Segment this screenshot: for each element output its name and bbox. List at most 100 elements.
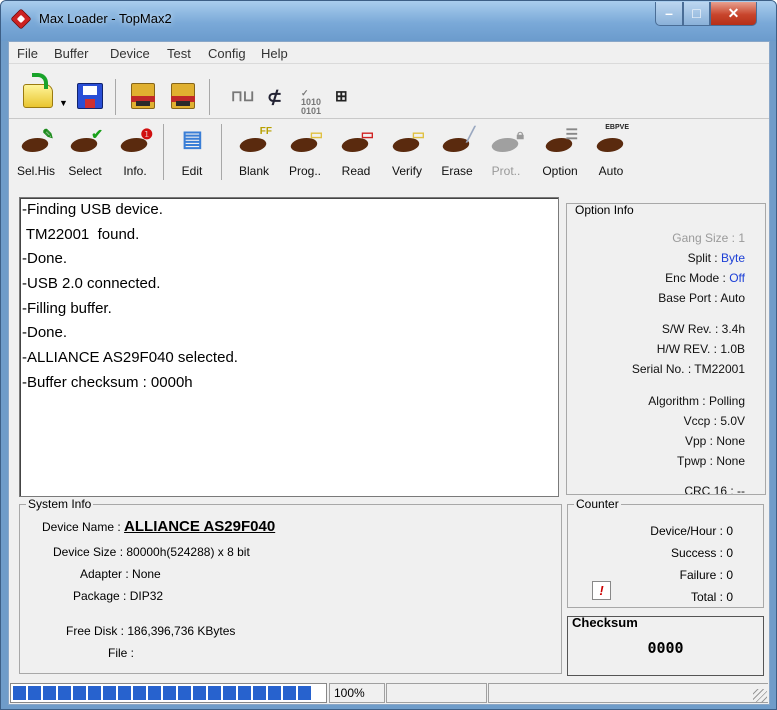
menu-config[interactable]: Config xyxy=(208,46,246,61)
info-icon: ❶ xyxy=(117,124,153,158)
toolbar-separator xyxy=(115,79,116,115)
failure-count: Failure : 0 xyxy=(679,568,733,582)
progress-segment xyxy=(268,686,281,700)
option-row: Gang Size : 1 xyxy=(672,231,745,245)
verify-button[interactable]: ▭ Verify xyxy=(383,120,431,188)
menu-buffer[interactable]: Buffer xyxy=(54,46,88,61)
erase-button[interactable]: ╱ Erase xyxy=(435,120,479,188)
option-info-panel: Option Info Gang Size : 1 Split : Byte E… xyxy=(566,203,766,495)
option-row: Vpp : None xyxy=(684,434,745,448)
message-log[interactable]: -Finding USB device. TM22001 found. -Don… xyxy=(19,197,559,497)
auto-button[interactable]: EBPVE Auto xyxy=(589,120,633,188)
progress-segment xyxy=(58,686,71,700)
log-line: -USB 2.0 connected. xyxy=(22,275,161,293)
package: Package : DIP32 xyxy=(73,589,164,603)
load-chip-icon[interactable] xyxy=(131,83,155,109)
counter-title: Counter xyxy=(574,497,621,511)
menu-file[interactable]: File xyxy=(17,46,38,61)
progress-segment xyxy=(73,686,86,700)
progress-percent: 100% xyxy=(329,683,385,703)
device-name-row: Device Name : ALLIANCE AS29F040 xyxy=(42,518,275,535)
waveform-icon[interactable]: ⊓⊔ xyxy=(231,87,261,117)
adapter: Adapter : None xyxy=(80,567,161,581)
protect-button[interactable]: 🔒︎ Prot.. xyxy=(483,120,529,188)
progress-segment xyxy=(133,686,146,700)
sel-his-button[interactable]: ✎ Sel.His xyxy=(13,120,59,188)
log-line: -ALLIANCE AS29F040 selected. xyxy=(22,349,238,367)
title-bar[interactable]: Max Loader - TopMax2 – □ ✕ xyxy=(1,1,776,41)
option-button[interactable]: ☰ Option xyxy=(535,120,585,188)
status-cell xyxy=(386,683,487,703)
log-line: -Done. xyxy=(22,250,68,268)
app-logo-icon xyxy=(10,8,32,30)
option-row: Serial No. : TM22001 xyxy=(631,362,745,376)
device-name-label: Device Name : xyxy=(42,520,125,534)
total-count: Total : 0 xyxy=(690,590,733,604)
system-info-title: System Info xyxy=(26,497,94,511)
reset-counter-alert-icon[interactable]: ! xyxy=(592,581,611,600)
success-count: Success : 0 xyxy=(670,546,733,560)
log-line: -Finding USB device. xyxy=(22,201,163,218)
progress-segment xyxy=(178,686,191,700)
checksum-panel: Checksum 0000 xyxy=(567,615,764,676)
operations-toolbar: ✎ Sel.His ✔ Select ❶ Info. ▤ Edit FF Bla… xyxy=(9,120,769,190)
maximize-button[interactable]: □ xyxy=(683,2,710,26)
program-button[interactable]: ▭ Prog.. xyxy=(281,120,329,188)
progress-segment xyxy=(103,686,116,700)
toolbar-separator xyxy=(209,79,210,115)
system-info-panel: System Info Device Name : ALLIANCE AS29F… xyxy=(19,497,562,674)
save-chip-icon[interactable] xyxy=(171,83,195,109)
progress-fill xyxy=(13,686,313,700)
network-icon[interactable]: ⊞ xyxy=(335,87,365,117)
progress-segment xyxy=(118,686,131,700)
info-button[interactable]: ❶ Info. xyxy=(113,120,157,188)
select-history-icon: ✎ xyxy=(18,124,54,158)
option-row: Enc Mode : Off xyxy=(665,271,745,285)
read-button[interactable]: ▭ Read xyxy=(333,120,379,188)
menu-device[interactable]: Device xyxy=(110,46,150,61)
device-name-value[interactable]: ALLIANCE AS29F040 xyxy=(124,518,275,535)
progress-segment xyxy=(28,686,41,700)
counter-panel: Counter Device/Hour : 0 Success : 0 Fail… xyxy=(567,497,764,608)
erase-icon: ╱ xyxy=(439,124,475,158)
option-info-title: Option Info xyxy=(573,203,636,217)
main-window: Max Loader - TopMax2 – □ ✕ File Buffer D… xyxy=(0,0,777,710)
option-row: H/W REV. : 1.0B xyxy=(656,342,745,356)
status-bar: 100% xyxy=(9,682,769,704)
progress-segment xyxy=(298,686,311,700)
option-row: Base Port : Auto xyxy=(658,291,745,305)
verify-icon: ▭ xyxy=(389,124,425,158)
open-folder-icon[interactable] xyxy=(23,73,53,108)
binary-check-icon[interactable]: ✓ 1010 0101 xyxy=(301,89,327,119)
auto-icon: EBPVE xyxy=(593,124,629,158)
option-icon: ☰ xyxy=(542,124,578,158)
progress-segment xyxy=(163,686,176,700)
save-disk-icon[interactable] xyxy=(77,83,103,109)
blank-button[interactable]: FF Blank xyxy=(231,120,277,188)
close-button[interactable]: ✕ xyxy=(710,2,757,26)
checksum-value: 0000 xyxy=(647,639,684,657)
program-icon: ▭ xyxy=(287,124,323,158)
option-row: Split : Byte xyxy=(687,251,745,265)
menu-help[interactable]: Help xyxy=(261,46,288,61)
blank-check-icon: FF xyxy=(236,124,272,158)
minimize-button[interactable]: – xyxy=(655,2,683,26)
file-toolbar: ▼ ⊓⊔ ⊄ ✓ 1010 0101 ⊞ xyxy=(9,65,769,119)
open-dropdown-arrow-icon[interactable]: ▼ xyxy=(59,98,68,108)
select-button[interactable]: ✔ Select xyxy=(61,120,109,188)
free-disk: Free Disk : 186,396,736 KBytes xyxy=(66,624,236,638)
progress-segment xyxy=(43,686,56,700)
toolbar-separator xyxy=(163,124,164,180)
menu-test[interactable]: Test xyxy=(167,46,191,61)
option-row: S/W Rev. : 3.4h xyxy=(661,322,745,336)
status-cell xyxy=(488,683,768,703)
resize-grip-icon[interactable] xyxy=(753,689,767,703)
log-line: -Done. xyxy=(22,324,68,342)
progress-segment xyxy=(238,686,251,700)
log-line: -Buffer checksum : 0000h xyxy=(22,373,193,391)
edit-button[interactable]: ▤ Edit xyxy=(171,120,213,188)
window-title: Max Loader - TopMax2 xyxy=(39,11,172,26)
progress-segment xyxy=(208,686,221,700)
log-line: TM22001 found. xyxy=(22,225,140,243)
magnifier-chip-icon[interactable]: ⊄ xyxy=(267,87,297,117)
